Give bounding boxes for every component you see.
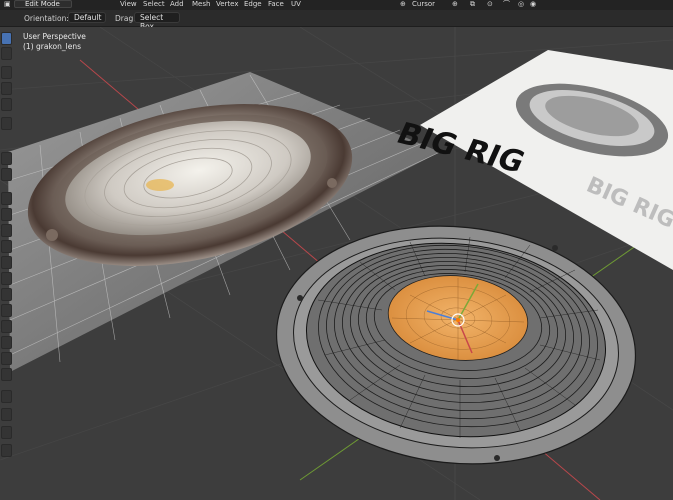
snap-icon[interactable]: ⧉	[470, 0, 475, 9]
menu-edge[interactable]: Edge	[244, 0, 262, 9]
scale-tool-icon[interactable]	[1, 98, 12, 111]
rip-tool-icon[interactable]	[1, 368, 12, 381]
select-box-tool-icon[interactable]	[1, 32, 12, 45]
falloff-icon[interactable]: ⌒	[503, 0, 510, 9]
cursor-tool-icon[interactable]	[1, 47, 12, 60]
perspective-label: User Perspective	[23, 32, 86, 41]
proportional-icon[interactable]: ⊙	[487, 0, 493, 9]
lens-mesh	[275, 225, 637, 465]
move-tool-icon[interactable]	[1, 66, 12, 79]
shear-tool-icon[interactable]	[1, 352, 12, 365]
shading-icon[interactable]: ◉	[530, 0, 536, 9]
3d-viewport[interactable]: BIG RIG BIG RIG User Perspective (1) gra…	[0, 27, 673, 500]
pivot-icon[interactable]: ⊕	[400, 0, 406, 9]
poly-build-tool-icon[interactable]	[1, 272, 12, 285]
menu-mesh[interactable]: Mesh	[192, 0, 210, 9]
randomize-tool-icon[interactable]	[1, 408, 12, 421]
loop-cut-tool-icon[interactable]	[1, 240, 12, 253]
vertex-slide-tool-icon[interactable]	[1, 390, 12, 403]
pivot-dropdown[interactable]: Cursor	[412, 0, 435, 9]
menu-uv[interactable]: UV	[291, 0, 301, 9]
mode-selector[interactable]: Edit Mode	[14, 0, 72, 8]
menu-add[interactable]: Add	[170, 0, 184, 9]
drag-label: Drag:	[115, 14, 136, 23]
rotate-tool-icon[interactable]	[1, 82, 12, 95]
extrude-tool-icon[interactable]	[1, 192, 12, 205]
orientation-label: Orientation:	[24, 14, 69, 23]
tool-settings-header: Orientation: Default Drag: Select Box	[0, 10, 673, 31]
transform-tool-icon[interactable]	[1, 117, 12, 130]
editor-type-icon[interactable]: ▣	[4, 0, 11, 9]
push-pull-tool-icon[interactable]	[1, 426, 12, 439]
to-sphere-tool-icon[interactable]	[1, 444, 12, 457]
spin-tool-icon[interactable]	[1, 288, 12, 301]
orientation-dropdown[interactable]: Default	[68, 12, 106, 23]
menu-select[interactable]: Select	[143, 0, 165, 9]
measure-tool-icon[interactable]	[1, 168, 12, 181]
knife-tool-icon[interactable]	[1, 256, 12, 269]
menu-face[interactable]: Face	[268, 0, 284, 9]
overlay-icon[interactable]: ◎	[518, 0, 524, 9]
annotate-tool-icon[interactable]	[1, 152, 12, 165]
inset-tool-icon[interactable]	[1, 208, 12, 221]
object-name-label: (1) grakon_lens	[23, 42, 81, 51]
bevel-tool-icon[interactable]	[1, 224, 12, 237]
left-toolbar	[0, 27, 12, 472]
orientation-value: Default	[74, 13, 102, 22]
edge-slide-tool-icon[interactable]	[1, 320, 12, 333]
smooth-tool-icon[interactable]	[1, 304, 12, 317]
transform-icon[interactable]: ⊕	[452, 0, 458, 9]
scene-render: BIG RIG BIG RIG	[0, 27, 673, 500]
menu-vertex[interactable]: Vertex	[216, 0, 239, 9]
drag-dropdown[interactable]: Select Box	[134, 12, 180, 31]
shrink-fatten-tool-icon[interactable]	[1, 336, 12, 349]
menu-view[interactable]: View	[120, 0, 137, 9]
mode-label: Edit Mode	[25, 0, 60, 8]
top-menu-bar: Edit Mode ▣ View Select Add Mesh Vertex …	[0, 0, 673, 10]
